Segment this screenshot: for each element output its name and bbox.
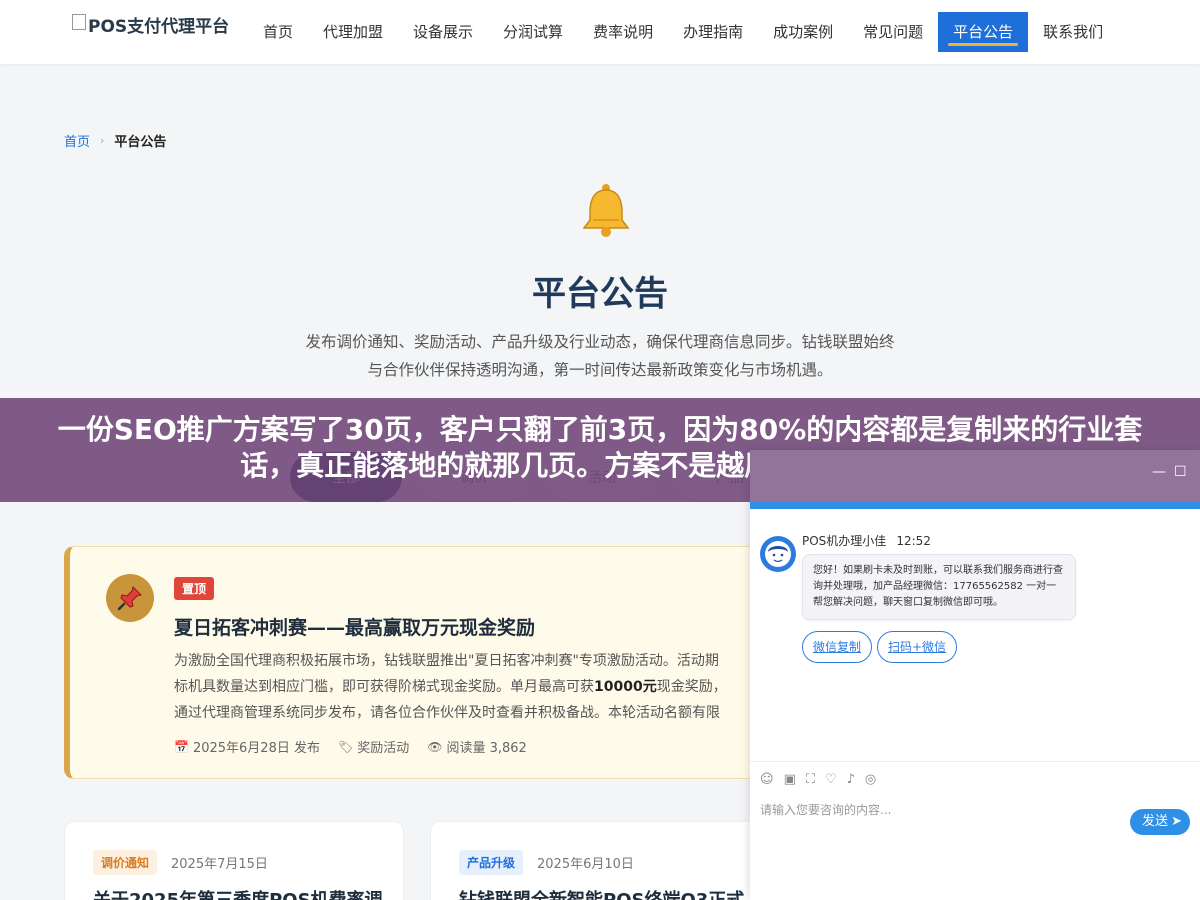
breadcrumb: 首页 › 平台公告 xyxy=(64,131,166,150)
sound-icon[interactable]: ♪ xyxy=(847,772,855,787)
breadcrumb-separator: › xyxy=(100,134,105,147)
pinned-desc-text: 标机具数量达到相应门槛，即可获得阶梯式现金奖励。单月最高可获 xyxy=(174,679,594,695)
nav-agent-join[interactable]: 代理加盟 xyxy=(308,12,398,52)
bell-icon xyxy=(582,184,630,237)
wechat-icon[interactable]: ◎ xyxy=(865,772,876,787)
announcement-tag: 产品升级 xyxy=(459,850,524,875)
nav-rates[interactable]: 费率说明 xyxy=(578,12,668,52)
send-button[interactable]: 发送 ➤ xyxy=(1130,809,1190,835)
page-description-line-1: 发布调价通知、奖励活动、产品升级及行业动态，确保代理商信息同步。钻钱联盟始终 xyxy=(305,333,895,351)
announcement-title[interactable]: 钻钱联盟全新智能POS终端Q3正式 xyxy=(459,886,759,900)
send-label: 发送 xyxy=(1142,814,1169,829)
emoji-icon[interactable]: ☺ xyxy=(760,772,774,787)
chat-accent-bar xyxy=(750,502,1200,509)
breadcrumb-current: 平台公告 xyxy=(114,135,167,150)
nav-announcements[interactable]: 平台公告 xyxy=(938,12,1029,52)
pinned-badge: 置顶 xyxy=(174,577,215,600)
page-title: 平台公告 xyxy=(532,274,668,314)
announcement-date: 2025年7月15日 xyxy=(171,857,268,872)
logo[interactable]: POS支付代理平台 xyxy=(72,12,229,37)
announcement-card[interactable]: 调价通知 2025年7月15日 关于2025年第三季度POS机费率调 xyxy=(64,821,404,900)
pinned-meta: 📅 2025年6月28日 发布 🏷 奖励活动 👁 阅读量 3,862 xyxy=(174,737,527,757)
agent-name: POS机办理小佳 xyxy=(802,534,887,548)
pinned-views-text: 阅读量 3,862 xyxy=(446,741,527,756)
pinned-date-text: 2025年6月28日 发布 xyxy=(192,741,320,756)
announcement-tag: 调价通知 xyxy=(93,850,158,875)
agent-message-bubble: 您好！如果刷卡未及时到账，可以联系我们服务商进行查询并处理哦，加产品经理微信：1… xyxy=(802,554,1076,620)
announcement-date: 2025年6月10日 xyxy=(537,857,634,872)
nav-guide[interactable]: 办理指南 xyxy=(668,12,758,52)
message-time: 12:52 xyxy=(896,534,931,548)
chat-message-input[interactable] xyxy=(760,800,1120,820)
logo-alt-text: POS支付代理平台 xyxy=(88,17,230,37)
pinned-category-text: 奖励活动 xyxy=(357,741,410,756)
nav-cases[interactable]: 成功案例 xyxy=(758,12,848,52)
pinned-date: 📅 2025年6月28日 发布 xyxy=(174,737,320,757)
send-arrow-icon: ➤ xyxy=(1171,814,1182,829)
pushpin-icon xyxy=(106,574,154,622)
breadcrumb-home[interactable]: 首页 xyxy=(64,131,90,150)
chat-divider xyxy=(750,761,1200,762)
nav-profit-calc[interactable]: 分润试算 xyxy=(488,12,578,52)
nav-devices[interactable]: 设备展示 xyxy=(398,12,488,52)
pinned-announcement-card[interactable]: 置顶 夏日拓客冲刺赛——最高赢取万元现金奖励 为激励全国代理商积极拓展市场，钻钱… xyxy=(64,546,784,779)
nav-faq[interactable]: 常见问题 xyxy=(848,12,938,52)
chat-toolbar: ☺ ▣ ⛶ ♡ ♪ ◎ xyxy=(760,772,876,787)
pinned-desc-line-3: 通过代理商管理系统同步发布，请各位合作伙伴及时查看并积极备战。本轮活动名额有限 xyxy=(174,705,720,721)
tag-icon: 🏷 xyxy=(337,739,354,754)
agent-avatar xyxy=(760,536,796,572)
chat-widget: — ☐ POS机办理小佳 12:52 您好！如果刷卡未及时到账，可以联系我们服务商… xyxy=(750,450,1200,900)
pinned-desc-line-1: 为激励全国代理商积极拓展市场，钻钱联盟推出"夏日拓客冲刺赛"专项激励活动。活动期 xyxy=(174,653,719,669)
eye-icon: 👁 xyxy=(427,739,443,754)
pinned-desc-highlight: 10000元 xyxy=(594,679,657,695)
maximize-button[interactable]: ☐ xyxy=(1174,464,1187,480)
site-header: POS支付代理平台 首页 代理加盟 设备展示 分润试算 费率说明 办理指南 成功… xyxy=(0,0,1200,64)
announcement-card[interactable]: 产品升级 2025年6月10日 钻钱联盟全新智能POS终端Q3正式 xyxy=(430,821,770,900)
nav-home[interactable]: 首页 xyxy=(248,12,308,52)
announcement-title[interactable]: 关于2025年第三季度POS机费率调 xyxy=(93,886,393,900)
pinned-desc-text-2: 现金奖励， xyxy=(656,679,727,695)
image-icon[interactable]: ▣ xyxy=(784,772,796,787)
minimize-button[interactable]: — xyxy=(1152,464,1166,480)
pinned-description: 为激励全国代理商积极拓展市场，钻钱联盟推出"夏日拓客冲刺赛"专项激励活动。活动期… xyxy=(174,648,774,726)
scan-wechat-button[interactable]: 扫码+微信 xyxy=(877,631,958,663)
agent-info: POS机办理小佳 12:52 xyxy=(802,532,931,549)
pinned-category: 🏷 奖励活动 xyxy=(337,737,410,757)
screenshot-icon[interactable]: ⛶ xyxy=(806,772,815,787)
page-description-line-2: 与合作伙伴保持透明沟通，第一时间传达最新政策变化与市场机遇。 xyxy=(367,361,833,379)
nav-contact[interactable]: 联系我们 xyxy=(1028,12,1118,52)
calendar-icon: 📅 xyxy=(174,739,189,754)
rating-icon[interactable]: ♡ xyxy=(825,772,837,787)
broken-image-icon xyxy=(72,13,86,30)
page-description: 发布调价通知、奖励活动、产品升级及行业动态，确保代理商信息同步。钻钱联盟始终 与… xyxy=(270,328,930,384)
pinned-desc-line-2: 标机具数量达到相应门槛，即可获得阶梯式现金奖励。单月最高可获10000元现金奖励… xyxy=(174,674,774,700)
pinned-title[interactable]: 夏日拓客冲刺赛——最高赢取万元现金奖励 xyxy=(174,613,535,640)
pinned-views: 👁 阅读量 3,862 xyxy=(427,737,527,757)
copy-wechat-button[interactable]: 微信复制 xyxy=(802,631,873,663)
chat-header: — ☐ xyxy=(750,450,1200,508)
main-nav: 首页 代理加盟 设备展示 分润试算 费率说明 办理指南 成功案例 常见问题 平台… xyxy=(248,12,1118,52)
